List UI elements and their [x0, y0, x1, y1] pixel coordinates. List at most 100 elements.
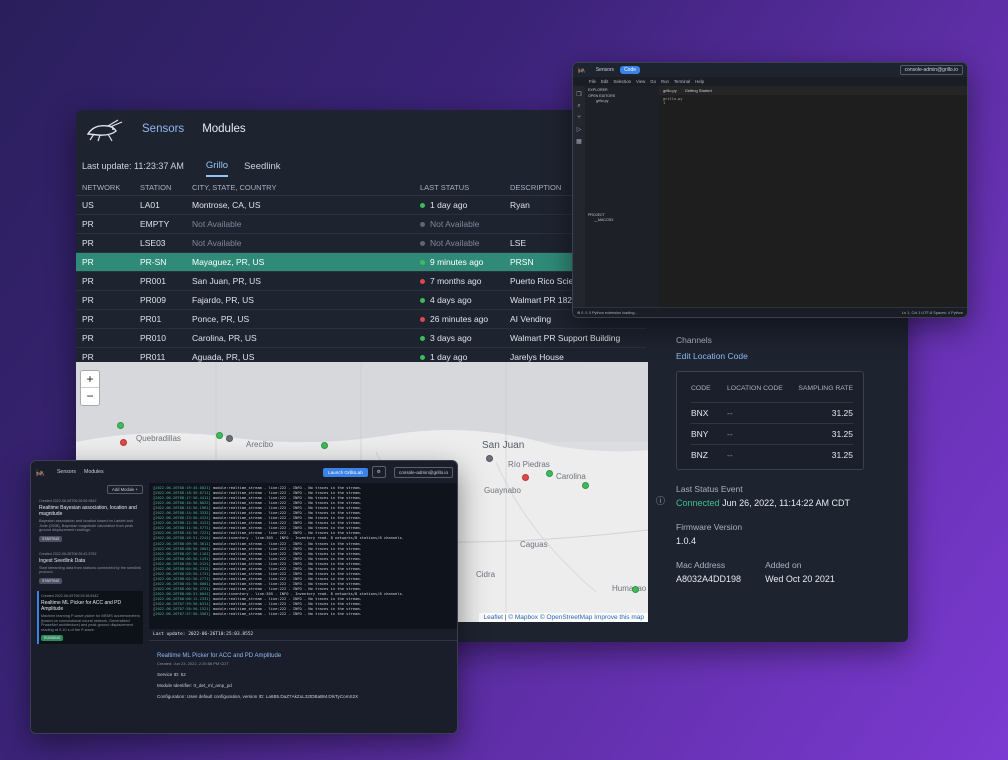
zoom-out-button[interactable]: − — [81, 388, 99, 405]
nav-code[interactable]: Code — [620, 66, 641, 74]
cell-city: Fajardo, PR, US — [186, 290, 414, 310]
channel-row: BNX -- 31.25 — [691, 401, 853, 423]
nav-modules[interactable]: Modules — [202, 123, 245, 135]
table-row[interactable]: PR PR009 Fajardo, PR, US 4 days ago Walmart … — [76, 290, 646, 310]
station-marker[interactable] — [632, 586, 639, 593]
account-select[interactable]: console-admin@grillo.io — [393, 466, 453, 478]
map-label: Carolina — [556, 472, 586, 481]
channel-rate: 31.25 — [797, 401, 853, 423]
info-icon: ⓘ — [656, 496, 666, 506]
map-label: Guaynabo — [484, 486, 521, 495]
card-description: Start streaming data from stations conne… — [39, 565, 141, 575]
debug-icon[interactable]: ▷ — [573, 126, 585, 133]
card-description: Machine learning P-wave picker for MEMS … — [41, 613, 140, 632]
map-zoom-control: + − — [80, 370, 100, 406]
channel-rate: 31.25 — [797, 422, 853, 444]
table-row[interactable]: PR PR-SN Mayaguez, PR, US 9 minutes ago PRSN — [76, 252, 646, 272]
table-row[interactable]: PR EMPTY Not Available Not Available — [76, 214, 646, 234]
cell-city: Mayaguez, PR, US — [186, 252, 414, 272]
extensions-icon[interactable]: ▦ — [573, 138, 585, 145]
module-list: Add Module + Created 2022-06-08T06:26:59… — [31, 483, 149, 733]
menu-item[interactable]: Terminal — [674, 79, 690, 84]
log-console[interactable]: [2022-06-26T08:19:45.0021] module:realti… — [149, 483, 457, 629]
nav-sensors[interactable]: Sensors — [57, 469, 76, 475]
map-attribution: Leaflet | © Mapbox © OpenStreetMap Impro… — [479, 613, 648, 622]
files-icon[interactable]: ❐ — [573, 91, 585, 98]
tab-getting-started[interactable]: Getting Started — [685, 88, 712, 93]
source-control-icon[interactable]: ⑂ — [573, 115, 585, 121]
cell-station: PR01 — [134, 309, 186, 329]
card-title: Ingest Seedlink Data — [39, 557, 86, 564]
cell-network: US — [76, 195, 134, 215]
module-card[interactable]: Created 2022-06-08T06:26:59.984Z Realtime… — [37, 496, 143, 545]
cell-last-status: Not Available — [414, 233, 504, 253]
station-marker[interactable] — [120, 439, 127, 446]
col-city[interactable]: CITY, STATE, COUNTRY — [186, 180, 414, 196]
osm-link[interactable]: © OpenStreetMap — [540, 614, 592, 621]
station-marker[interactable] — [216, 432, 223, 439]
grillo-logo-icon: 🦗 — [35, 467, 45, 477]
nav-modules[interactable]: Modules — [84, 469, 104, 475]
tab-grillo-py[interactable]: grillo.py — [663, 88, 677, 93]
cell-city: Ponce, PR, US — [186, 309, 414, 329]
zoom-in-button[interactable]: + — [81, 371, 99, 388]
stations-table: NETWORK STATION CITY, STATE, COUNTRY LAS… — [76, 180, 646, 367]
col-network[interactable]: NETWORK — [76, 180, 134, 196]
menu-item[interactable]: View — [636, 79, 645, 84]
menu-item[interactable]: Go — [650, 79, 656, 84]
edit-location-code-link[interactable]: Edit Location Code — [676, 351, 898, 361]
table-row[interactable]: PR PR010 Carolina, PR, US 3 days ago Walmart… — [76, 328, 646, 348]
search-icon[interactable]: ⌕ — [573, 103, 585, 110]
table-row[interactable]: US LA01 Montrose, CA, US 1 day ago Ryan — [76, 195, 646, 215]
leaflet-link[interactable]: Leaflet — [483, 614, 503, 621]
add-module-button[interactable]: Add Module + — [107, 485, 143, 494]
station-marker[interactable] — [546, 470, 553, 477]
map-label: Cidra — [476, 570, 496, 579]
mapbox-link[interactable]: © Mapbox — [508, 614, 538, 621]
improve-map-link[interactable]: Improve this map — [594, 614, 644, 621]
cell-network: PR — [76, 328, 134, 348]
cell-description: Walmart PR Support Building — [504, 328, 646, 348]
station-marker[interactable] — [486, 455, 493, 462]
tab-grillo[interactable]: Grillo — [205, 156, 229, 177]
module-card[interactable]: Created 2022-06-09T06:29:38.634Z Realtime… — [37, 590, 143, 645]
cell-station: LSE03 — [134, 233, 186, 253]
cell-last-status: 4 days ago — [414, 290, 504, 310]
col-location-code: LOCATION CODE — [727, 385, 783, 393]
menu-item[interactable]: Edit — [601, 79, 608, 84]
col-code: CODE — [691, 385, 711, 393]
station-marker[interactable] — [321, 442, 328, 449]
log-line: [2022-06-26T07:57:56.3561] module:realti… — [153, 612, 362, 617]
menu-item[interactable]: File — [589, 79, 596, 84]
table-row[interactable]: PR LSE03 Not Available Not Available LSE — [76, 233, 646, 253]
nav-sensors[interactable]: Sensors — [596, 67, 614, 73]
channel-location: -- — [727, 443, 797, 465]
station-marker[interactable] — [226, 435, 233, 442]
nav-sensors[interactable]: Sensors — [142, 123, 184, 135]
station-marker[interactable] — [522, 474, 529, 481]
status-dot-icon — [420, 240, 425, 246]
account-select[interactable]: console-admin@grillo.io — [899, 65, 963, 75]
settings-icon[interactable]: ⚙ — [371, 466, 386, 478]
col-last-status[interactable]: LAST STATUS — [414, 180, 504, 196]
channel-row: BNY -- 31.25 — [691, 422, 853, 444]
code-area[interactable]: grillo.py 1 — [659, 95, 967, 107]
col-station[interactable]: STATION — [134, 180, 186, 196]
card-meta: Created 2022-06-09T06:29:38.634Z — [41, 593, 99, 598]
last-update: Last update: 11:23:37 AM — [82, 161, 184, 171]
channel-location: -- — [727, 422, 797, 444]
launch-grillolab-button[interactable]: Launch GrilloLab — [323, 467, 368, 477]
menu-item[interactable]: Help — [695, 79, 704, 84]
menu-item[interactable]: Run — [661, 79, 669, 84]
station-marker[interactable] — [582, 482, 589, 489]
table-row[interactable]: PR PR01 Ponce, PR, US 26 minutes ago AI Vend… — [76, 309, 646, 329]
module-card[interactable]: Created 2022-06-08T06:26:42.975Z Ingest S… — [37, 549, 143, 587]
mac-value: A8032A4DD198 — [676, 574, 742, 584]
map-label: San Juan — [482, 440, 525, 451]
channel-location: -- — [727, 401, 797, 423]
menu-item[interactable]: Selection — [613, 79, 631, 84]
table-row[interactable]: PR PR001 San Juan, PR, US 7 months ago Puert… — [76, 271, 646, 291]
cell-station: PR010 — [134, 328, 186, 348]
tab-seedlink[interactable]: Seedlink — [244, 157, 280, 176]
station-marker[interactable] — [117, 422, 124, 429]
